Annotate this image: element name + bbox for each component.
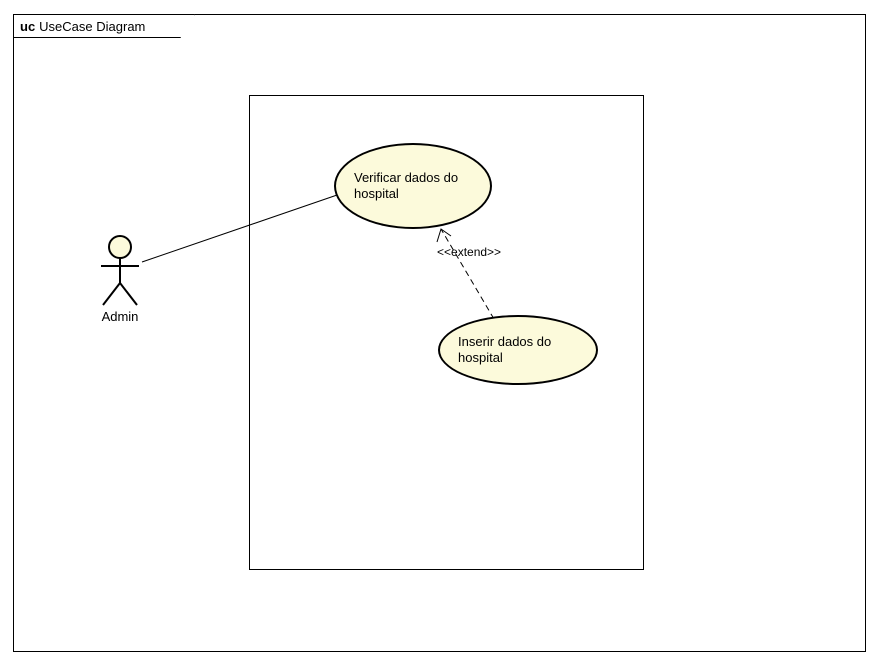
actor-label: Admin	[97, 309, 143, 324]
actor-icon	[97, 235, 143, 307]
diagram-frame: uc UseCase Diagram Admin Verificar dados…	[13, 14, 866, 652]
extend-stereotype-label: <<extend>>	[437, 245, 501, 259]
actor-admin: Admin	[97, 235, 143, 324]
diagram-type-prefix: uc	[20, 19, 35, 34]
usecase-verify-hospital-data: Verificar dados do hospital	[334, 143, 492, 229]
diagram-title: UseCase Diagram	[39, 19, 145, 34]
usecase-insert-hospital-data: Inserir dados do hospital	[438, 315, 598, 385]
usecase-label: Verificar dados do hospital	[354, 170, 472, 201]
usecase-label: Inserir dados do hospital	[458, 334, 578, 365]
diagram-title-tab: uc UseCase Diagram	[13, 14, 195, 38]
